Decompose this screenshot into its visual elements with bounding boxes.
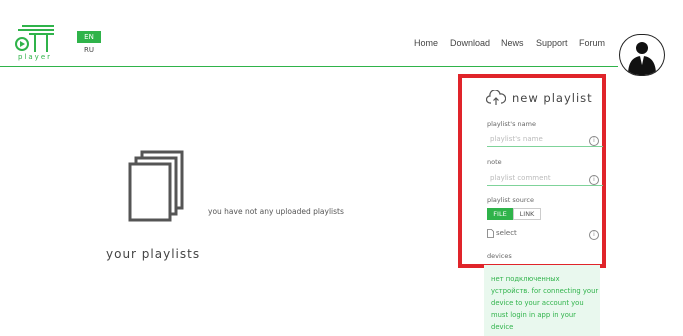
playlist-name-input[interactable] xyxy=(487,132,603,147)
devices-message: нет подключенных устройств. for connecti… xyxy=(484,265,600,336)
empty-playlists-message: you have not any uploaded playlists xyxy=(208,207,344,216)
note-label: note xyxy=(487,158,502,166)
documents-icon xyxy=(128,150,184,222)
new-playlist-panel: new playlist playlist's name i note i pl… xyxy=(458,74,606,268)
nav-news[interactable]: News xyxy=(501,38,524,48)
language-ru-button[interactable]: RU xyxy=(84,46,94,54)
header: player EN RU Home Download News Support … xyxy=(0,0,683,76)
nav-forum[interactable]: Forum xyxy=(579,38,605,48)
playlist-source-label: playlist source xyxy=(487,196,534,204)
nav-home[interactable]: Home xyxy=(414,38,438,48)
language-en-button[interactable]: EN xyxy=(77,31,101,43)
nav-support[interactable]: Support xyxy=(536,38,568,48)
info-icon[interactable]: i xyxy=(589,175,599,185)
cloud-upload-icon xyxy=(486,90,506,105)
file-icon xyxy=(487,229,494,238)
select-file-link[interactable]: select xyxy=(496,229,517,237)
your-playlists-heading: your playlists xyxy=(106,247,201,261)
playlist-name-label: playlist's name xyxy=(487,120,536,128)
nav-download[interactable]: Download xyxy=(450,38,490,48)
user-avatar-icon[interactable] xyxy=(619,34,665,76)
source-link-button[interactable]: LINK xyxy=(513,208,541,220)
header-divider xyxy=(0,66,618,67)
source-file-button[interactable]: FILE xyxy=(487,208,513,220)
logo-text: player xyxy=(18,53,53,61)
note-input[interactable] xyxy=(487,171,603,186)
devices-label: devices xyxy=(487,252,512,260)
info-icon[interactable]: i xyxy=(589,230,599,240)
panel-title: new playlist xyxy=(512,91,593,105)
info-icon[interactable]: i xyxy=(589,136,599,146)
